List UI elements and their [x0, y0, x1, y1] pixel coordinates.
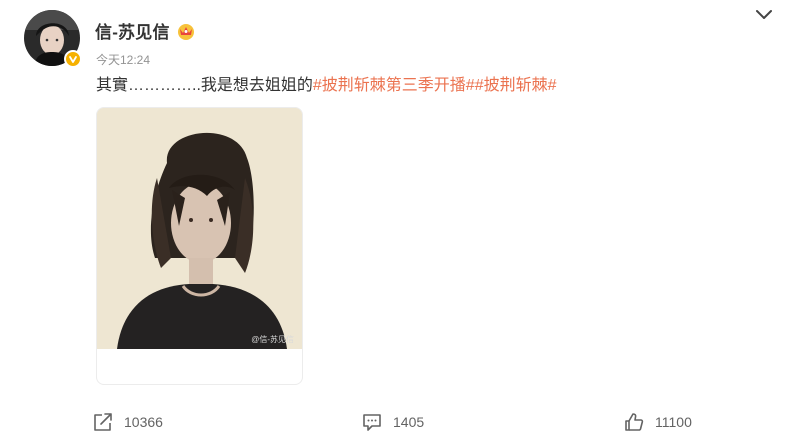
image-watermark: @信-苏见信	[251, 335, 294, 344]
comment-icon	[361, 411, 383, 433]
repost-count: 10366	[124, 414, 163, 430]
hashtag-link[interactable]: #披荆斩棘#	[475, 77, 557, 94]
like-count: 11100	[655, 414, 692, 430]
username[interactable]: 信-苏见信	[95, 18, 170, 43]
post-timestamp[interactable]: 今天12:24	[96, 51, 150, 68]
thumbs-up-icon	[623, 411, 645, 433]
like-button[interactable]: 11100	[623, 411, 692, 433]
post-content: 其實…………..我是想去姐姐的#披荆斩棘第三季开播##披荆斩棘#	[96, 75, 557, 97]
weibo-post: 信-苏见信 今天12:24 其實…………..我是想去姐姐的#披荆斩棘第三季开播#…	[0, 0, 789, 443]
hashtag-link[interactable]: #披荆斩棘第三季开播#	[313, 77, 475, 94]
repost-button[interactable]: 10366	[92, 411, 163, 433]
avatar[interactable]	[24, 10, 82, 68]
comment-button[interactable]: 1405	[361, 411, 424, 433]
action-bar: 10366 1405 11100	[0, 411, 789, 435]
share-icon	[92, 411, 114, 433]
comment-count: 1405	[393, 414, 425, 430]
chevron-down-icon[interactable]	[753, 6, 775, 22]
author-header: 信-苏见信	[95, 18, 196, 43]
post-text: 其實…………..我是想去姐姐的	[96, 77, 313, 94]
post-photo	[97, 108, 302, 349]
post-image-card[interactable]: @信-苏见信	[96, 107, 303, 385]
verified-badge-icon	[64, 50, 82, 68]
crown-icon[interactable]	[176, 22, 196, 40]
